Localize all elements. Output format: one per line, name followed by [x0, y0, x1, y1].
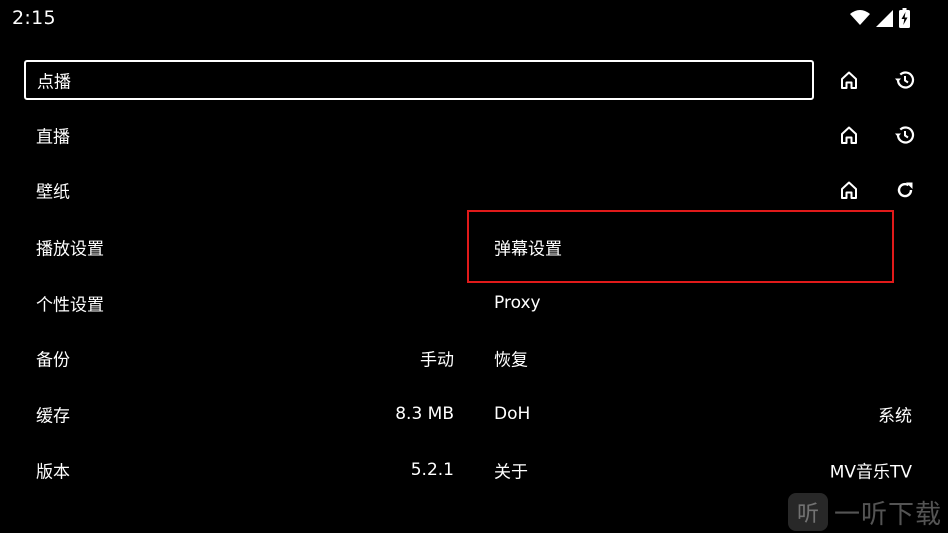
setting-value: 8.3 MB [395, 404, 454, 424]
setting-label: 播放设置 [36, 239, 104, 260]
setting-proxy[interactable]: Proxy [482, 283, 924, 323]
highlight-annotation-box [467, 210, 894, 283]
status-time: 2:15 [12, 7, 56, 29]
setting-label: 缓存 [36, 406, 70, 427]
setting-label: 关于 [494, 462, 528, 483]
menu-item-label: 壁纸 [36, 182, 70, 203]
home-icon[interactable] [833, 119, 865, 151]
setting-personalize[interactable]: 个性设置 [24, 283, 466, 323]
setting-restore[interactable]: 恢复 [482, 338, 924, 378]
refresh-icon[interactable] [889, 174, 921, 206]
setting-label: 备份 [36, 350, 70, 371]
setting-label: DoH [494, 404, 531, 424]
menu-item-wallpaper[interactable]: 壁纸 [24, 170, 814, 210]
setting-version[interactable]: 版本 5.2.1 [24, 450, 466, 490]
setting-value: MV音乐TV [829, 462, 912, 483]
watermark-logo: 听 [788, 493, 828, 531]
home-icon[interactable] [833, 174, 865, 206]
setting-value: 系统 [878, 406, 912, 427]
setting-value: 手动 [420, 350, 454, 371]
menu-item-label: 直播 [36, 127, 70, 148]
watermark-text: 一听下载 [834, 499, 943, 530]
setting-value: 5.2.1 [410, 460, 454, 480]
menu-item-live[interactable]: 直播 [24, 115, 814, 155]
status-icons [850, 8, 910, 28]
setting-about[interactable]: 关于 MV音乐TV [482, 450, 924, 490]
signal-icon [876, 9, 893, 27]
history-icon[interactable] [889, 64, 921, 96]
watermark: 听 一听下载 [788, 491, 948, 533]
setting-label: 个性设置 [36, 295, 104, 316]
setting-playback[interactable]: 播放设置 [24, 227, 466, 267]
setting-label: Proxy [494, 293, 541, 313]
setting-backup[interactable]: 备份 手动 [24, 338, 466, 378]
setting-label: 恢复 [494, 350, 528, 371]
status-bar: 2:15 [0, 0, 948, 36]
menu-item-vod[interactable]: 点播 [24, 60, 814, 100]
home-icon[interactable] [833, 64, 865, 96]
setting-label: 版本 [36, 462, 70, 483]
wifi-icon [850, 10, 870, 26]
menu-item-label: 点播 [37, 72, 71, 93]
history-icon[interactable] [889, 119, 921, 151]
battery-charging-icon [899, 8, 910, 28]
setting-cache[interactable]: 缓存 8.3 MB [24, 394, 466, 434]
setting-doh[interactable]: DoH 系统 [482, 394, 924, 434]
